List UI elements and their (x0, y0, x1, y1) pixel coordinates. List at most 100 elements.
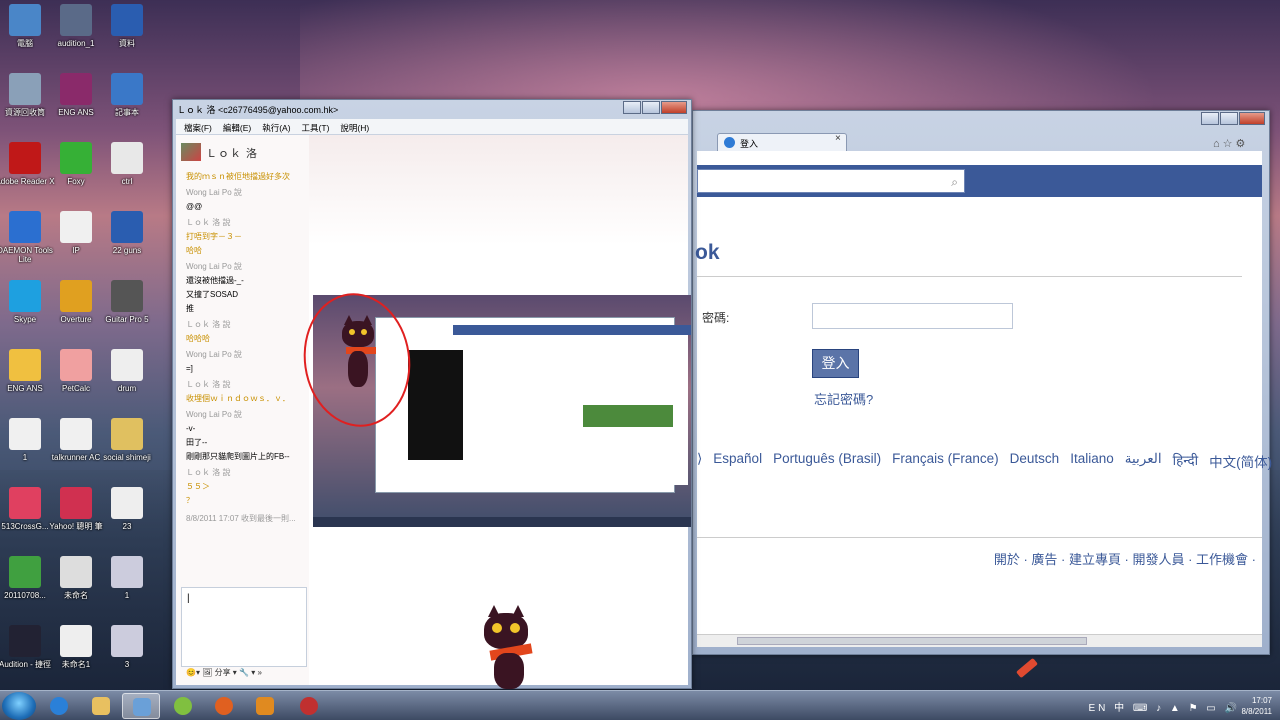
msn-chat-window[interactable]: Ｌｏｋ 洛 <c26776495@yahoo.com.hk> 檔案(F) 編輯(E… (172, 99, 692, 689)
language-link[interactable]: Deutsch (1010, 451, 1060, 471)
cat-eye (349, 329, 355, 335)
footer-links[interactable]: 開於 · 廣告 · 建立專頁 · 開發人員 · 工作機會 · (994, 549, 1256, 568)
language-link[interactable]: Italiano (1070, 451, 1114, 471)
desktop-icon-label: 1 (124, 591, 130, 600)
system-tray[interactable]: EN 中 ⌨ ♪ ▲ ⚑ ▭ 🔊 (1088, 699, 1240, 714)
menu-item[interactable]: 編輯(E) (223, 122, 251, 134)
desktop-icon-image (9, 73, 41, 105)
desktop-icon-label: drum (117, 384, 137, 393)
cat-eye (492, 623, 502, 633)
maximize-button[interactable] (642, 101, 660, 114)
desktop-icon-image (111, 4, 143, 36)
desktop-icon-image (60, 349, 92, 381)
desktop-icon-image (60, 625, 92, 657)
taskbar-cat-icon[interactable] (290, 693, 328, 719)
desktop-icon-image (9, 556, 41, 588)
desktop-icon-label: 22 guns (112, 246, 142, 255)
desktop-icon[interactable]: 22 guns (94, 211, 160, 255)
desktop-icon-image (9, 142, 41, 174)
menu-item[interactable]: 執行(A) (262, 122, 290, 134)
chat-message: 收埋個ｗｉｎｄｏｗｓ．ｖ． (186, 394, 290, 403)
browser-window[interactable]: 登入 × ⌂☆⚙ ⌕ ok 密碼: 登入 忘記密碼? ⟩ Español Portu… (692, 110, 1272, 655)
desktop-icon-image (60, 142, 92, 174)
desktop-icon-image (60, 211, 92, 243)
desktop-icon[interactable]: social shimeji (94, 418, 160, 462)
taskbar-explorer-icon[interactable] (82, 693, 120, 719)
chat-message: 剛剛那只貓爬到圖片上的FB-- (186, 452, 290, 461)
taskbar-media-icon[interactable] (246, 693, 284, 719)
chat-message: 推 (186, 304, 194, 313)
desktop-icon-image (9, 280, 41, 312)
password-field[interactable] (812, 303, 1013, 329)
taskbar-ie-icon[interactable] (40, 693, 78, 719)
desktop-icon[interactable]: 記事本 (94, 73, 160, 117)
scrollbar-thumb[interactable] (737, 637, 1087, 645)
chat-message: 田了-- (186, 438, 208, 447)
chat-toolbar[interactable]: 😊▾ 🖼 分享 ▾ 🔧 ▾ » (186, 667, 306, 678)
desktop-icon[interactable]: ctrl (94, 142, 160, 186)
desktop-icon-image (111, 418, 143, 450)
horizontal-scrollbar[interactable] (697, 634, 1262, 647)
desktop-icon-label: Guitar Pro 5 (105, 315, 149, 324)
desktop-icon-image (111, 211, 143, 243)
chat-message: 8/8/2011 17:07 收到最後一則... (186, 514, 296, 523)
desktop-icon[interactable]: drum (94, 349, 160, 393)
taskbar-chat-icon[interactable] (164, 693, 202, 719)
chat-message: 還沒被他擋過-_- (186, 276, 244, 285)
start-button[interactable] (2, 692, 36, 720)
desktop-icon[interactable]: 資料 (94, 4, 160, 48)
facebook-login-page: ⌕ ok 密碼: 登入 忘記密碼? ⟩ Español Português (Bra… (695, 151, 1272, 647)
message-input[interactable]: | (181, 587, 307, 667)
home-star-gear-icons[interactable]: ⌂☆⚙ (1213, 137, 1248, 150)
desktop-icon[interactable]: 1 (94, 556, 160, 600)
forgot-password-link[interactable]: 忘記密碼? (814, 389, 873, 408)
language-link[interactable]: Português (Brasil) (773, 451, 881, 471)
search-icon[interactable]: ⌕ (951, 175, 958, 190)
desktop-icon[interactable]: 3 (94, 625, 160, 669)
desktop-icon-image (60, 280, 92, 312)
language-link[interactable]: Français (France) (892, 451, 999, 471)
language-link[interactable]: Español (713, 451, 762, 471)
language-link[interactable]: ⟩ (697, 451, 702, 471)
menu-item[interactable]: 檔案(F) (184, 122, 212, 134)
search-input[interactable]: ⌕ (697, 169, 965, 193)
chat-message: 又撞了SOSAD (186, 290, 239, 299)
maximize-button[interactable] (1220, 112, 1238, 125)
desktop-icon-image (9, 349, 41, 381)
close-button[interactable] (1239, 112, 1265, 125)
login-button[interactable]: 登入 (812, 349, 859, 378)
facebook-logo: ok (695, 241, 720, 264)
desktop-icon-image (9, 418, 41, 450)
chat-message: @@ (186, 202, 203, 211)
screenshot-taskbar (313, 517, 691, 527)
screenshot-facebook-bar (453, 325, 691, 335)
language-link[interactable]: हिन्दी (1173, 451, 1199, 471)
clock[interactable]: 17:07 8/8/2011 (1241, 695, 1272, 717)
close-button[interactable] (661, 101, 687, 114)
chat-sender: Ｌｏｋ 洛 說 (186, 320, 231, 329)
tab-close-icon[interactable]: × (835, 133, 841, 144)
taskbar-firefox-icon[interactable] (205, 693, 243, 719)
cat-eye (361, 329, 367, 335)
screenshot-video-panel (408, 350, 463, 460)
cat-body (348, 351, 368, 387)
chat-message: =] (186, 364, 193, 373)
minimize-button[interactable] (623, 101, 641, 114)
language-links: ⟩ Español Português (Brasil) Français (Fran… (697, 451, 1272, 471)
chat-message: 哈哈哈 (186, 334, 210, 343)
taskbar-msn-icon[interactable] (122, 693, 160, 719)
desktop-icon[interactable]: Guitar Pro 5 (94, 280, 160, 324)
menu-item[interactable]: 工具(T) (302, 122, 330, 134)
desktop-icon-image (111, 142, 143, 174)
language-link[interactable]: 中文(简体) (1209, 451, 1272, 471)
browser-tab[interactable]: 登入 (717, 133, 847, 151)
shimeji-cat-mascot[interactable] (472, 605, 552, 690)
desktop-icon[interactable]: 23 (94, 487, 160, 531)
password-label: 密碼: (702, 311, 730, 325)
chat-sender: Wong Lai Po 說 (186, 262, 242, 271)
menu-item[interactable]: 說明(H) (340, 122, 369, 134)
minimize-button[interactable] (1201, 112, 1219, 125)
language-link[interactable]: العربية (1125, 451, 1162, 471)
cat-head (484, 613, 528, 649)
desktop-icon-label: 3 (124, 660, 130, 669)
